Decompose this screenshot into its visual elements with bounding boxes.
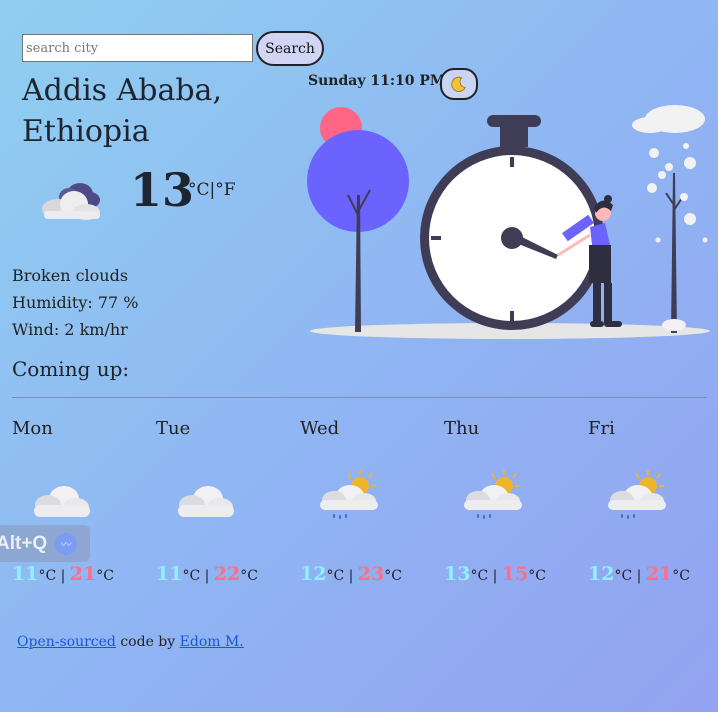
day-temps: 13°C | 15°C (444, 563, 546, 585)
shortcut-label: Alt+Q (0, 532, 48, 554)
broken-clouds-icon (40, 175, 102, 227)
high-temp: 15 (501, 563, 529, 585)
search-button[interactable]: Search (256, 31, 324, 66)
cloud-icon (174, 483, 236, 523)
city-name: Addis Ababa, (22, 73, 222, 108)
temp-unit: °C (614, 568, 633, 584)
cloud-icon (30, 483, 92, 523)
search-input[interactable] (22, 34, 253, 62)
shortcut-overlay-button[interactable]: Alt+Q 〰 (0, 525, 90, 562)
temp-unit: °C (326, 568, 345, 584)
sun-cloud-rain-icon (318, 470, 380, 526)
country-name: Ethiopia (22, 114, 150, 149)
sun-cloud-rain-icon (462, 470, 524, 526)
day-name: Wed (300, 418, 340, 439)
footer: Open-sourced code by Edom M. (17, 634, 244, 650)
temp-separator: | (348, 568, 354, 584)
temp-unit: °C (240, 568, 258, 584)
day-name: Thu (444, 418, 480, 439)
unit-switcher: °C|°F (188, 180, 236, 200)
day-name: Mon (12, 418, 53, 439)
temp-unit: °C (672, 568, 690, 584)
temp-unit: °C (96, 568, 114, 584)
temp-separator: | (204, 568, 210, 584)
fahrenheit-toggle[interactable]: °F (215, 180, 235, 200)
day-temps: 12°C | 21°C (588, 563, 690, 585)
celsius-toggle[interactable]: °C (188, 180, 210, 200)
current-temperature: 13 (130, 163, 195, 217)
temp-separator: | (492, 568, 498, 584)
high-temp: 21 (69, 563, 97, 585)
day-name: Fri (588, 418, 615, 439)
low-temp: 11 (12, 563, 39, 585)
day-temps: 11°C | 22°C (156, 563, 258, 585)
location-title: Addis Ababa, Ethiopia (22, 70, 292, 152)
clock-woman-illustration (307, 105, 710, 339)
weather-details: Broken clouds Humidity: 77 % Wind: 2 km/… (12, 262, 139, 343)
author-link[interactable]: Edom M. (180, 634, 244, 650)
high-temp: 22 (213, 563, 241, 585)
temp-unit: °C (470, 568, 489, 584)
temp-unit: °C (528, 568, 546, 584)
high-temp: 23 (357, 563, 385, 585)
weather-description: Broken clouds (12, 266, 129, 285)
high-temp: 21 (645, 563, 673, 585)
low-temp: 12 (588, 563, 615, 585)
humidity-text: Humidity: 77 % (12, 293, 139, 312)
temp-unit: °C (38, 568, 57, 584)
low-temp: 13 (444, 563, 471, 585)
day-temps: 11°C | 21°C (12, 563, 114, 585)
footer-text: code by (115, 634, 180, 650)
low-temp: 11 (156, 563, 183, 585)
open-source-link[interactable]: Open-sourced (17, 634, 116, 650)
temp-separator: | (636, 568, 642, 584)
sun-cloud-rain-icon (606, 470, 668, 526)
day-name: Tue (156, 418, 191, 439)
date-time: Sunday 11:10 PM (308, 73, 446, 89)
wind-text: Wind: 2 km/hr (12, 320, 128, 339)
divider (12, 397, 707, 398)
low-temp: 12 (300, 563, 327, 585)
temp-unit: °C (384, 568, 402, 584)
temp-unit: °C (182, 568, 201, 584)
moon-icon (451, 76, 466, 92)
waveform-icon: 〰 (55, 532, 78, 555)
temp-separator: | (60, 568, 66, 584)
forecast-heading: Coming up: (12, 357, 130, 381)
day-temps: 12°C | 23°C (300, 563, 402, 585)
